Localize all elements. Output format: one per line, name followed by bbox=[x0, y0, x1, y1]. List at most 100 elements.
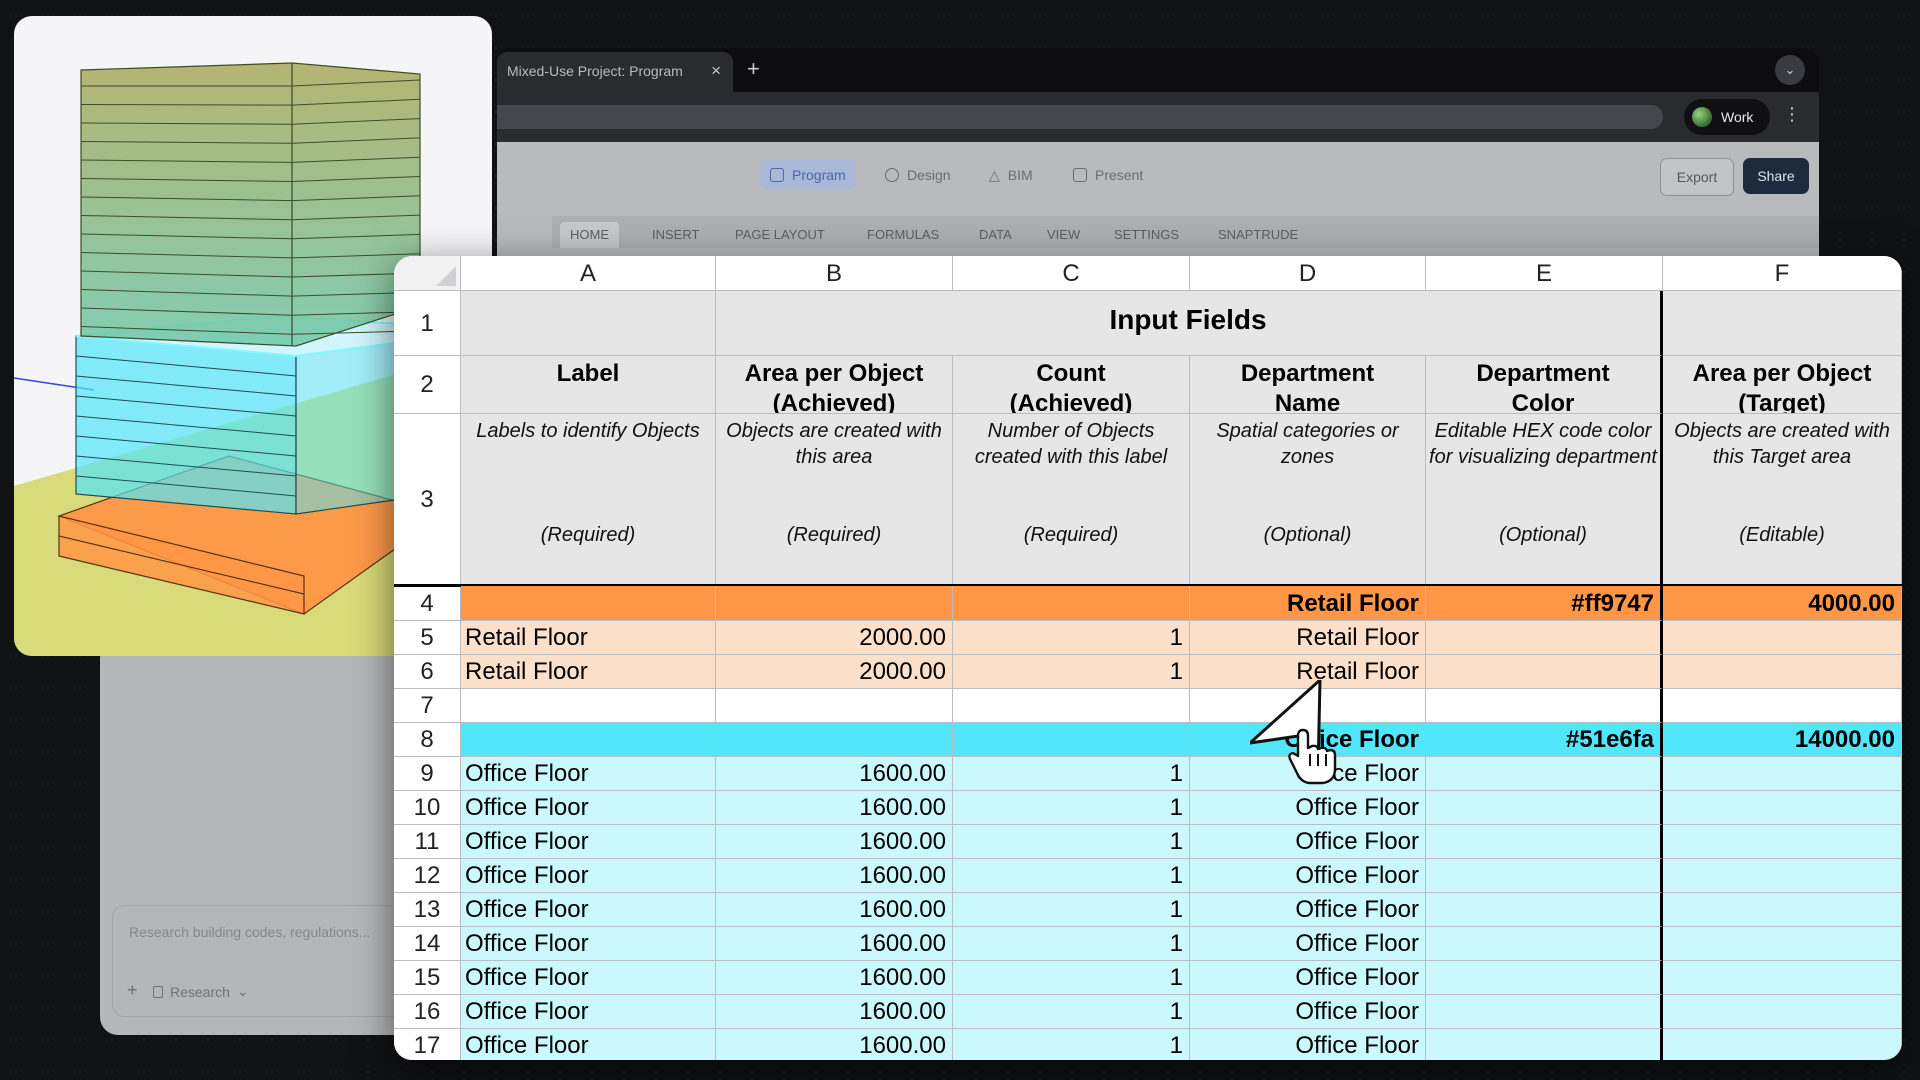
column-title[interactable]: Count (Achieved) bbox=[953, 356, 1190, 414]
input-fields-title[interactable]: Input Fields bbox=[716, 291, 1663, 356]
table-cell[interactable]: Office Floor bbox=[461, 757, 716, 791]
browser-tab[interactable]: Mixed-Use Project: Program × bbox=[497, 52, 733, 92]
column-header-b[interactable]: B bbox=[716, 256, 953, 291]
row-header-16[interactable]: 16 bbox=[394, 995, 461, 1029]
table-cell[interactable] bbox=[1426, 689, 1663, 723]
table-cell[interactable]: Office Floor bbox=[461, 995, 716, 1029]
table-cell[interactable] bbox=[1426, 757, 1663, 791]
department-cell[interactable]: 14000.00 bbox=[1663, 723, 1902, 757]
table-cell[interactable]: 1 bbox=[953, 825, 1190, 859]
table-cell[interactable]: 1600.00 bbox=[716, 927, 953, 961]
table-cell[interactable]: 1600.00 bbox=[716, 995, 953, 1029]
row-header-11[interactable]: 11 bbox=[394, 825, 461, 859]
table-cell[interactable]: Office Floor bbox=[461, 825, 716, 859]
table-cell[interactable]: 1 bbox=[953, 655, 1190, 689]
row-header-17[interactable]: 17 bbox=[394, 1029, 461, 1060]
table-cell[interactable]: Office Floor bbox=[461, 927, 716, 961]
table-cell[interactable]: 2000.00 bbox=[716, 655, 953, 689]
table-cell[interactable] bbox=[1663, 621, 1902, 655]
table-cell[interactable]: Office Floor bbox=[461, 859, 716, 893]
table-cell[interactable]: 1600.00 bbox=[716, 1029, 953, 1060]
department-cell[interactable]: #ff9747 bbox=[1426, 586, 1663, 621]
column-title[interactable]: Label bbox=[461, 356, 716, 414]
share-button[interactable]: Share bbox=[1743, 158, 1809, 194]
chevron-down-icon[interactable]: ⌄ bbox=[1775, 55, 1805, 85]
cell-a1[interactable] bbox=[461, 291, 716, 356]
table-cell[interactable]: 1 bbox=[953, 621, 1190, 655]
table-cell[interactable] bbox=[1426, 995, 1663, 1029]
row-header-8[interactable]: 8 bbox=[394, 723, 461, 757]
table-cell[interactable]: 1 bbox=[953, 1029, 1190, 1060]
table-cell[interactable]: Office Floor bbox=[1190, 893, 1426, 927]
table-cell[interactable] bbox=[1663, 961, 1902, 995]
table-cell[interactable]: Office Floor bbox=[461, 1029, 716, 1060]
table-cell[interactable]: 1600.00 bbox=[716, 791, 953, 825]
cell-f1[interactable] bbox=[1663, 291, 1902, 356]
table-cell[interactable]: Retail Floor bbox=[461, 655, 716, 689]
row-header-3[interactable]: 3 bbox=[394, 414, 461, 586]
table-cell[interactable]: Office Floor bbox=[1190, 961, 1426, 995]
table-cell[interactable]: Office Floor bbox=[1190, 859, 1426, 893]
column-title[interactable]: Department Name bbox=[1190, 356, 1426, 414]
more-menu-icon[interactable]: ⋮ bbox=[1783, 104, 1801, 125]
table-cell[interactable]: 1 bbox=[953, 859, 1190, 893]
table-cell[interactable]: 1 bbox=[953, 893, 1190, 927]
row-header-6[interactable]: 6 bbox=[394, 655, 461, 689]
table-cell[interactable]: 2000.00 bbox=[716, 621, 953, 655]
column-header-a[interactable]: A bbox=[461, 256, 716, 291]
table-cell[interactable]: 1 bbox=[953, 995, 1190, 1029]
row-header-10[interactable]: 10 bbox=[394, 791, 461, 825]
table-cell[interactable] bbox=[1663, 791, 1902, 825]
table-cell[interactable] bbox=[1426, 655, 1663, 689]
table-cell[interactable]: Office Floor bbox=[1190, 995, 1426, 1029]
table-cell[interactable] bbox=[1663, 757, 1902, 791]
column-header-e[interactable]: E bbox=[1426, 256, 1663, 291]
table-cell[interactable]: Retail Floor bbox=[1190, 621, 1426, 655]
row-header-4[interactable]: 4 bbox=[394, 586, 461, 621]
column-header-f[interactable]: F bbox=[1663, 256, 1902, 291]
department-cell[interactable]: Retail Floor bbox=[1190, 586, 1426, 621]
ribbon-tab-settings[interactable]: SETTINGS bbox=[1114, 222, 1179, 248]
table-cell[interactable] bbox=[1426, 893, 1663, 927]
table-cell[interactable]: Office Floor bbox=[461, 791, 716, 825]
select-all-corner[interactable] bbox=[394, 256, 461, 291]
department-cell[interactable] bbox=[461, 586, 716, 621]
row-header-1[interactable]: 1 bbox=[394, 291, 461, 356]
tab-present[interactable]: Present bbox=[1073, 160, 1143, 190]
row-header-13[interactable]: 13 bbox=[394, 893, 461, 927]
column-title[interactable]: Department Color bbox=[1426, 356, 1663, 414]
tab-design[interactable]: Design bbox=[885, 160, 951, 190]
table-cell[interactable]: Office Floor bbox=[461, 893, 716, 927]
table-cell[interactable] bbox=[1663, 1029, 1902, 1060]
address-bar[interactable] bbox=[497, 105, 1663, 129]
row-header-7[interactable]: 7 bbox=[394, 689, 461, 723]
row-header-9[interactable]: 9 bbox=[394, 757, 461, 791]
table-cell[interactable] bbox=[1663, 655, 1902, 689]
department-cell[interactable] bbox=[716, 586, 953, 621]
department-cell[interactable] bbox=[953, 586, 1190, 621]
ribbon-tab-snaptrude[interactable]: SNAPTRUDE bbox=[1218, 222, 1298, 248]
ribbon-tab-formulas[interactable]: FORMULAS bbox=[867, 222, 939, 248]
table-cell[interactable]: 1 bbox=[953, 757, 1190, 791]
plus-icon[interactable]: + bbox=[127, 980, 138, 1001]
table-cell[interactable] bbox=[1663, 689, 1902, 723]
ribbon-tab-data[interactable]: DATA bbox=[979, 222, 1012, 248]
table-cell[interactable]: 1 bbox=[953, 927, 1190, 961]
table-cell[interactable]: Retail Floor bbox=[461, 621, 716, 655]
spreadsheet[interactable]: A B C D E F 1 2 3 4 5 6 7 8 9 10 11 12 13 14 15 16 17 Input Fie… bbox=[394, 256, 1902, 1060]
table-cell[interactable] bbox=[1663, 893, 1902, 927]
table-cell[interactable] bbox=[1663, 825, 1902, 859]
close-icon[interactable]: × bbox=[711, 61, 721, 81]
table-cell[interactable]: 1 bbox=[953, 791, 1190, 825]
table-cell[interactable] bbox=[1426, 927, 1663, 961]
export-button[interactable]: Export bbox=[1660, 158, 1734, 196]
table-cell[interactable]: 1 bbox=[953, 961, 1190, 995]
table-cell[interactable] bbox=[1426, 825, 1663, 859]
ribbon-tab-insert[interactable]: INSERT bbox=[652, 222, 699, 248]
table-cell[interactable]: 1600.00 bbox=[716, 825, 953, 859]
table-cell[interactable]: Office Floor bbox=[1190, 825, 1426, 859]
column-description[interactable]: Objects are created with this area (Requi… bbox=[716, 414, 953, 586]
table-cell[interactable] bbox=[1663, 927, 1902, 961]
column-description[interactable]: Spatial categories or zones (Optional) bbox=[1190, 414, 1426, 586]
table-cell[interactable] bbox=[1426, 1029, 1663, 1060]
